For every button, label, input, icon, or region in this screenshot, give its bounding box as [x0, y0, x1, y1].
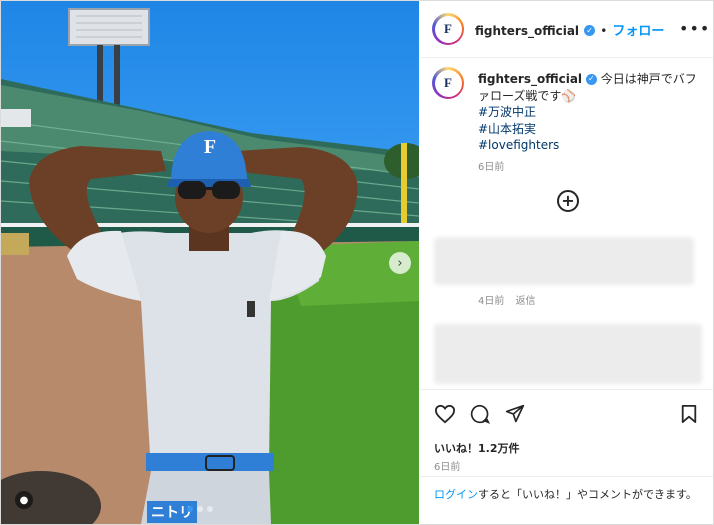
caption-avatar[interactable]: F [432, 67, 464, 99]
hashtag-link[interactable]: #lovefighters [478, 137, 704, 154]
reply-button[interactable]: 返信 [516, 296, 536, 307]
post-actions-section: いいね！1.2万件 6日前 ログインすると「いいね！」やコメントができます。 [420, 389, 713, 525]
carousel-dot-active [187, 506, 193, 512]
cap-logo: F [203, 136, 217, 158]
bookmark-icon[interactable] [680, 404, 698, 424]
plus-circle-icon: + [561, 191, 575, 210]
user-icon: ● [19, 494, 29, 506]
post-date: 6日前 [434, 462, 461, 473]
follow-button[interactable]: フォロー [612, 24, 664, 39]
verified-badge-icon: ✓ [585, 74, 597, 85]
comment-timestamp: 4日前 [478, 296, 505, 307]
load-more-comments-button[interactable]: + [557, 190, 579, 212]
hashtag-link[interactable]: #万波中正 [478, 104, 704, 121]
chevron-right-icon: › [397, 255, 403, 271]
header-user-line: fighters_official ✓ • フォロー [475, 20, 664, 39]
caption-username[interactable]: fighters_official [478, 72, 582, 86]
header-username[interactable]: fighters_official [475, 24, 579, 38]
post-header: F fighters_official ✓ • フォロー ••• [420, 1, 713, 58]
tagged-users-button[interactable]: ● [15, 491, 33, 509]
post-side-panel: F fighters_official ✓ • フォロー ••• F fight… [420, 1, 713, 524]
jersey-sponsor-text: ニトリ [147, 501, 197, 523]
carousel-next-button[interactable]: › [389, 252, 411, 274]
instagram-post-window: F ニトリ › ● F fighters_official ✓ • フォロー •… [0, 0, 714, 525]
blurred-comment [434, 324, 702, 384]
blurred-comment [434, 237, 694, 285]
login-prompt: ログインすると「いいね！」やコメントができます。 [420, 476, 713, 502]
verified-badge-icon: ✓ [584, 25, 596, 36]
avatar[interactable]: F [432, 13, 464, 45]
carousel-indicator [187, 506, 213, 512]
login-link[interactable]: ログイン [434, 488, 478, 501]
comment-icon[interactable] [470, 404, 490, 424]
login-prompt-text: すると「いいね！」やコメントができます。 [478, 488, 697, 501]
more-options-icon[interactable]: ••• [679, 19, 710, 38]
fighters-logo-icon: F [434, 69, 462, 97]
post-caption: fighters_official ✓ 今日は神戸でバファローズ戦です⚾ #万波… [478, 71, 704, 176]
carousel-dot [197, 506, 203, 512]
comment-meta: 4日前 返信 [478, 292, 536, 307]
caption-timestamp: 6日前 [478, 161, 505, 173]
like-count[interactable]: いいね！1.2万件 [434, 440, 520, 456]
hashtag-link[interactable]: #山本拓実 [478, 121, 704, 138]
heart-icon[interactable] [434, 404, 456, 424]
stadium-scene [1, 8, 419, 524]
post-photo[interactable]: F ニトリ › ● [1, 1, 419, 524]
carousel-dot [207, 506, 213, 512]
fighters-logo-icon: F [434, 15, 462, 43]
separator-dot: • [600, 24, 608, 38]
share-icon[interactable] [505, 404, 525, 424]
